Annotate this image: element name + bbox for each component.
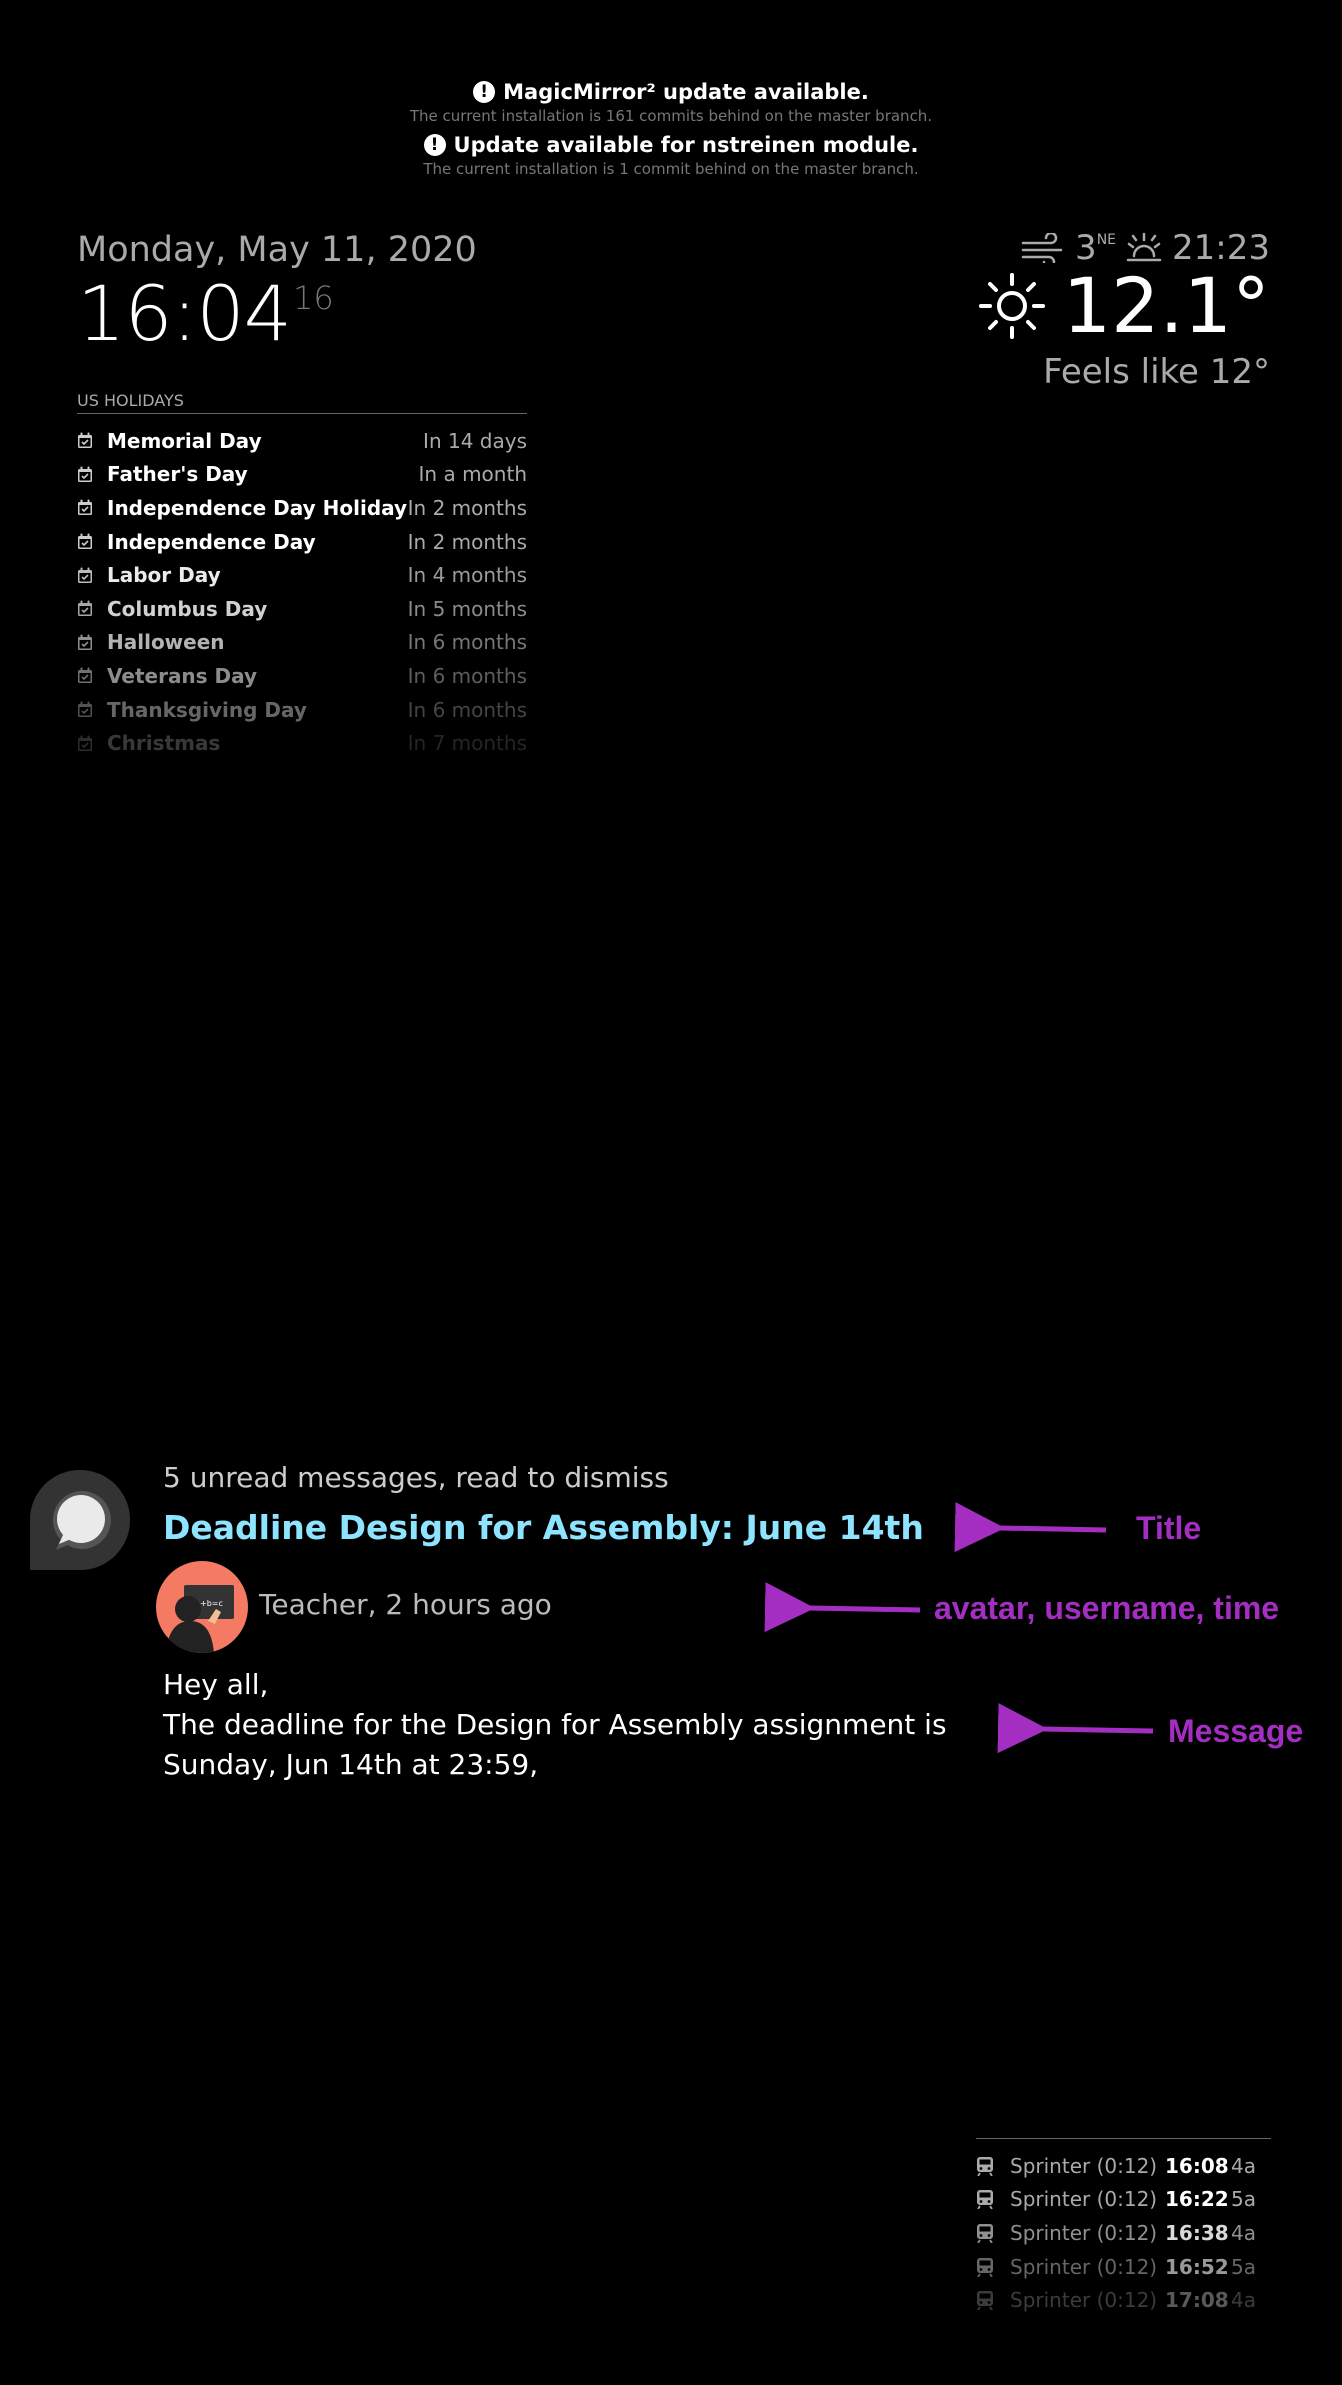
train-time: 17:08 <box>1165 2288 1229 2313</box>
annotation-title: Title <box>1136 1510 1202 1546</box>
train-name: Sprinter (0:12) <box>1010 2288 1158 2313</box>
train-track: 4a <box>1231 2153 1256 2178</box>
train-icon <box>977 2156 993 2176</box>
meta-arrow <box>764 1582 921 1633</box>
message-arrow <box>997 1703 1154 1754</box>
title-arrow <box>954 1502 1107 1553</box>
train-track: 5a <box>1231 2254 1256 2279</box>
train-row: Sprinter (0:12) 16:52 5a <box>976 2250 1271 2284</box>
train-time: 16:08 <box>1165 2153 1229 2178</box>
train-time: 16:38 <box>1165 2220 1229 2245</box>
train-row: Sprinter (0:12) 16:22 5a <box>976 2183 1271 2217</box>
train-icon <box>977 2257 993 2277</box>
train-time: 16:22 <box>1165 2187 1229 2212</box>
train-name: Sprinter (0:12) <box>1010 2220 1158 2245</box>
annotation-meta: avatar, username, time <box>934 1590 1280 1626</box>
train-icon <box>977 2190 993 2210</box>
train-track: 4a <box>1231 2220 1256 2245</box>
train-name: Sprinter (0:12) <box>1010 2153 1158 2178</box>
annotation-arrows <box>764 1502 1154 1754</box>
train-name: Sprinter (0:12) <box>1010 2254 1158 2279</box>
train-icon <box>977 2223 993 2243</box>
train-track: 4a <box>1231 2288 1256 2313</box>
train-row: Sprinter (0:12) 16:38 4a <box>976 2216 1271 2250</box>
train-row: Sprinter (0:12) 16:08 4a <box>976 2149 1271 2183</box>
train-track: 5a <box>1231 2187 1256 2212</box>
annotation-message: Message <box>1168 1713 1304 1749</box>
train-name: Sprinter (0:12) <box>1010 2187 1158 2212</box>
train-icon <box>977 2291 993 2311</box>
train-row: Sprinter (0:12) 17:08 4a <box>976 2283 1271 2317</box>
train-time: 16:52 <box>1165 2254 1229 2279</box>
train-departures: Sprinter (0:12) 16:08 4a Sprinter (0:12) 16:… <box>976 2138 1271 2317</box>
